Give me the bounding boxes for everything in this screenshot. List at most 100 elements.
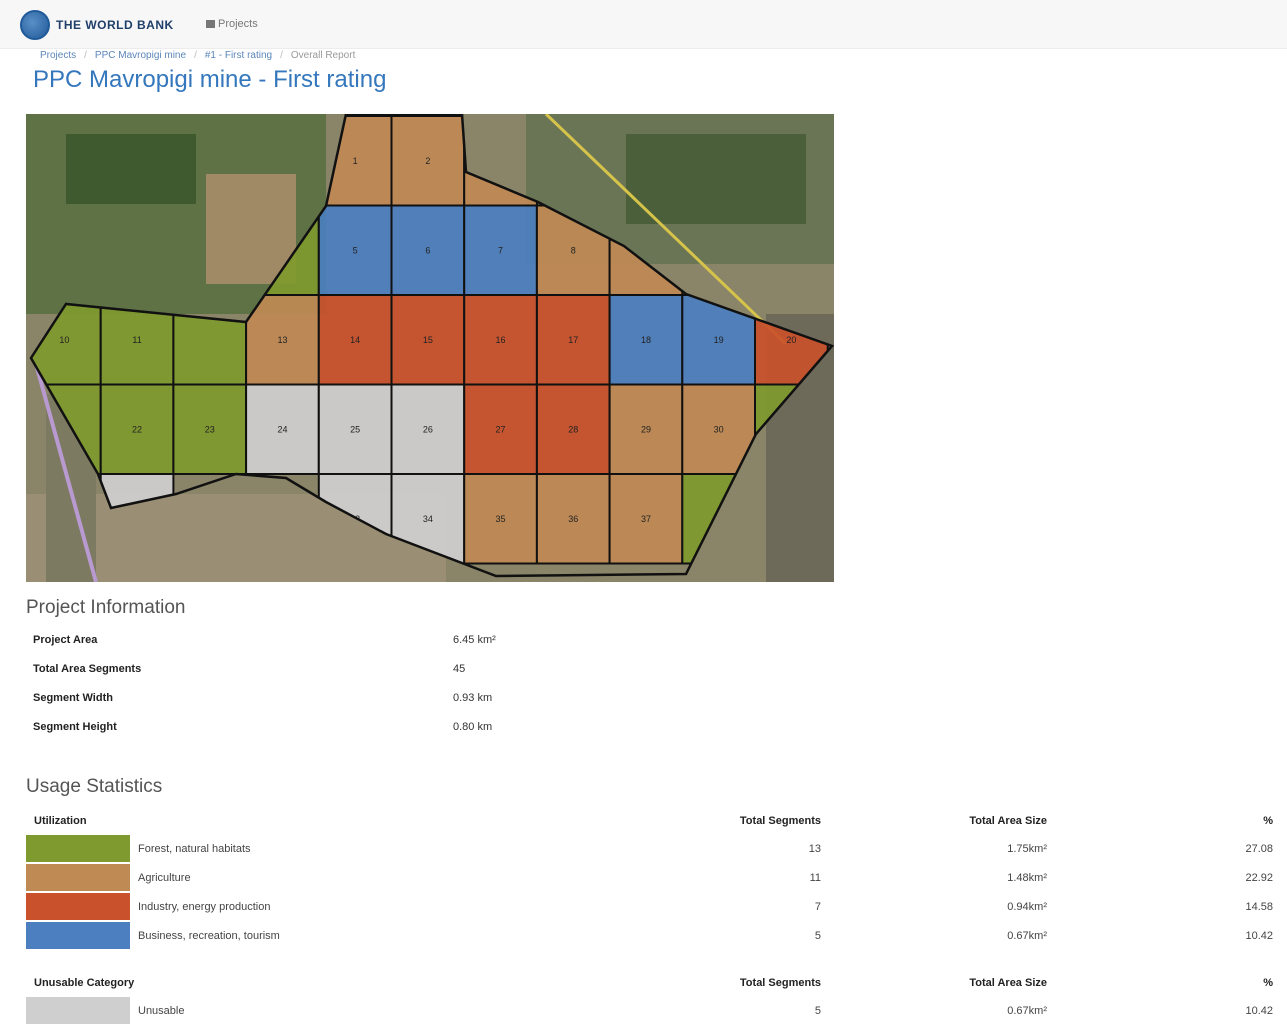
map-segment-label: 14 bbox=[350, 335, 360, 345]
map-segment-label: 13 bbox=[277, 335, 287, 345]
map-segment-label: 19 bbox=[714, 335, 724, 345]
globe-icon bbox=[20, 10, 50, 40]
nav-projects-label: Projects bbox=[218, 18, 258, 30]
info-value: 45 bbox=[453, 663, 466, 675]
utilization-label: Agriculture bbox=[138, 871, 191, 884]
unusable-swatch bbox=[26, 997, 130, 1024]
table-row: Forest, natural habitats 13 1.75km² 27.0… bbox=[26, 834, 1281, 863]
area-value: 0.94km² bbox=[1007, 900, 1047, 913]
info-row-area: Project Area 6.45 km² bbox=[33, 630, 593, 654]
col-total-segments: Total Segments bbox=[739, 977, 821, 989]
table-header-row: Utilization Total Segments Total Area Si… bbox=[26, 808, 1281, 834]
segments-value: 5 bbox=[814, 1004, 821, 1017]
project-info-title: Project Information bbox=[26, 597, 186, 618]
industry-swatch bbox=[26, 893, 130, 920]
map-segment-label: 10 bbox=[59, 335, 69, 345]
map-segment-label: 27 bbox=[496, 424, 506, 434]
table-row: Unusable 5 0.67km² 10.42 bbox=[26, 996, 1281, 1025]
map-segment-label: 34 bbox=[423, 514, 433, 524]
info-label: Segment Width bbox=[33, 692, 113, 704]
usage-stats-title: Usage Statistics bbox=[26, 776, 163, 797]
info-row-width: Segment Width 0.93 km bbox=[33, 688, 593, 712]
percent-value: 14.58 bbox=[1245, 900, 1273, 913]
map-segment-label: 24 bbox=[277, 424, 287, 434]
percent-value: 27.08 bbox=[1245, 842, 1273, 855]
table-header-row: Unusable Category Total Segments Total A… bbox=[26, 970, 1281, 996]
info-row-height: Segment Height 0.80 km bbox=[33, 717, 593, 741]
map-segment-label: 8 bbox=[571, 245, 576, 255]
col-total-segments: Total Segments bbox=[739, 815, 821, 827]
area-value: 1.75km² bbox=[1007, 842, 1047, 855]
info-label: Total Area Segments bbox=[33, 663, 142, 675]
unusable-label: Unusable bbox=[138, 1004, 185, 1017]
info-label: Segment Height bbox=[33, 721, 117, 733]
page-title: PPC Mavropigi mine - First rating bbox=[33, 66, 387, 93]
map-segment-label: 6 bbox=[425, 245, 430, 255]
info-row-segments: Total Area Segments 45 bbox=[33, 659, 593, 683]
world-bank-logo[interactable]: THE WORLD BANK bbox=[20, 10, 174, 40]
map-segment-label: 35 bbox=[496, 514, 506, 524]
breadcrumb: Projects / PPC Mavropigi mine / #1 - First r… bbox=[40, 50, 356, 61]
map-segment-label: 17 bbox=[568, 335, 578, 345]
percent-value: 22.92 bbox=[1245, 871, 1273, 884]
info-value: 0.80 km bbox=[453, 721, 493, 733]
utilization-table: Utilization Total Segments Total Area Si… bbox=[26, 808, 1281, 950]
breadcrumb-rating[interactable]: #1 - First rating bbox=[205, 50, 272, 61]
col-percent: % bbox=[1263, 815, 1273, 827]
table-row: Industry, energy production 7 0.94km² 14… bbox=[26, 892, 1281, 921]
col-utilization: Utilization bbox=[34, 815, 87, 827]
area-value: 0.67km² bbox=[1007, 1004, 1047, 1017]
map-segment-label: 26 bbox=[423, 424, 433, 434]
map-segment-label: 15 bbox=[423, 335, 433, 345]
segments-value: 11 bbox=[809, 871, 821, 884]
utilization-label: Business, recreation, tourism bbox=[138, 929, 280, 942]
map-segment-label: 30 bbox=[714, 424, 724, 434]
map-segment-label: 2 bbox=[425, 156, 430, 166]
map-segment-label: 1 bbox=[353, 156, 358, 166]
map-segment-label: 25 bbox=[350, 424, 360, 434]
info-value: 0.93 km bbox=[453, 692, 493, 704]
area-value: 1.48km² bbox=[1007, 871, 1047, 884]
map-segment-label: 16 bbox=[496, 335, 506, 345]
map-segment-label: 36 bbox=[568, 514, 578, 524]
segments-value: 7 bbox=[814, 900, 821, 913]
map-segment-label: 7 bbox=[498, 245, 503, 255]
nav-projects-link[interactable]: Projects bbox=[206, 18, 258, 30]
utilization-label: Forest, natural habitats bbox=[138, 842, 251, 855]
table-row: Agriculture 11 1.48km² 22.92 bbox=[26, 863, 1281, 892]
map-segment-label: 11 bbox=[132, 335, 141, 345]
agriculture-swatch bbox=[26, 864, 130, 891]
map-segment-label: 5 bbox=[353, 245, 358, 255]
map-segment-label: 23 bbox=[205, 424, 215, 434]
forest-swatch bbox=[26, 835, 130, 862]
unusable-table: Unusable Category Total Segments Total A… bbox=[26, 970, 1281, 1025]
segments-value: 5 bbox=[814, 929, 821, 942]
map-segment-label: 22 bbox=[132, 424, 142, 434]
map-segment-label: 29 bbox=[641, 424, 651, 434]
area-value: 0.67km² bbox=[1007, 929, 1047, 942]
breadcrumb-current: Overall Report bbox=[290, 50, 356, 61]
segments-value: 13 bbox=[808, 842, 821, 855]
logo-text: THE WORLD BANK bbox=[56, 18, 174, 32]
info-label: Project Area bbox=[33, 634, 98, 646]
segment-map-canvas[interactable]: 1245678910111314151617181920212223242526… bbox=[26, 114, 834, 582]
segment-map[interactable]: 1245678910111314151617181920212223242526… bbox=[26, 114, 834, 582]
col-total-area: Total Area Size bbox=[969, 815, 1047, 827]
breadcrumb-projects[interactable]: Projects bbox=[40, 50, 76, 61]
map-segment-label: 20 bbox=[786, 335, 796, 345]
top-navbar: THE WORLD BANK Projects bbox=[0, 0, 1287, 49]
map-segment-label: 37 bbox=[641, 514, 651, 524]
info-value: 6.45 km² bbox=[453, 634, 496, 646]
col-unusable-category: Unusable Category bbox=[34, 977, 135, 989]
grid-icon bbox=[206, 20, 215, 28]
table-row: Business, recreation, tourism 5 0.67km² … bbox=[26, 921, 1281, 950]
business-swatch bbox=[26, 922, 130, 949]
percent-value: 10.42 bbox=[1245, 929, 1273, 942]
col-total-area: Total Area Size bbox=[969, 977, 1047, 989]
percent-value: 10.42 bbox=[1245, 1004, 1273, 1017]
map-segment-label: 28 bbox=[568, 424, 578, 434]
breadcrumb-project[interactable]: PPC Mavropigi mine bbox=[95, 50, 186, 61]
map-segment-label: 18 bbox=[641, 335, 651, 345]
utilization-label: Industry, energy production bbox=[138, 900, 271, 913]
col-percent: % bbox=[1263, 977, 1273, 989]
